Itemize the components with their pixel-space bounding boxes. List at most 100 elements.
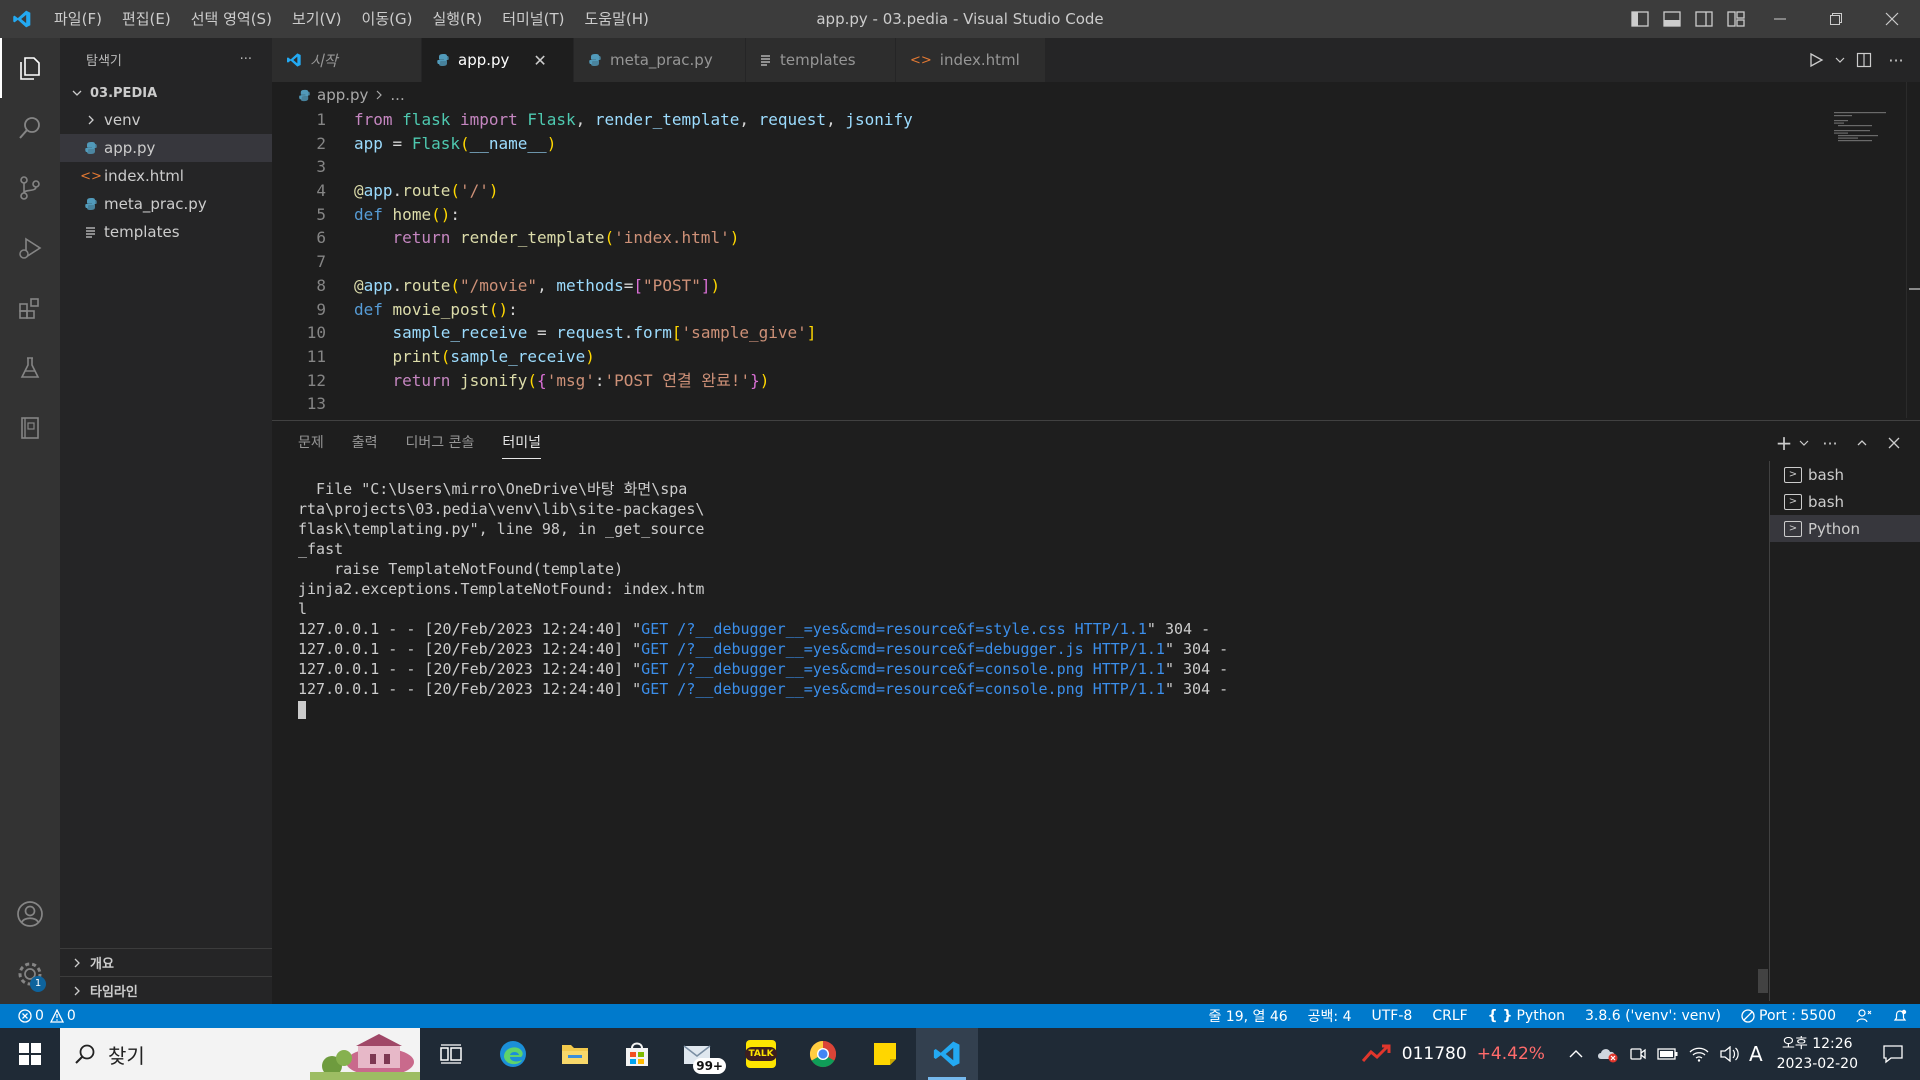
tab-problems[interactable]: 문제 xyxy=(298,421,324,465)
toggle-primary-sidebar-icon[interactable] xyxy=(1624,0,1656,38)
live-server-port[interactable]: Port : 5500 xyxy=(1741,1008,1836,1024)
panel-more-actions-icon[interactable]: ··· xyxy=(1814,434,1846,453)
remote-explorer-icon[interactable] xyxy=(0,398,60,458)
language-mode[interactable]: { } Python xyxy=(1488,1008,1565,1024)
code-editor[interactable]: 1 from flask import Flask, render_templa… xyxy=(272,108,1882,418)
accounts-icon[interactable] xyxy=(0,884,60,944)
tree-item-venv[interactable]: venv xyxy=(60,106,272,134)
battery-icon[interactable] xyxy=(1657,1047,1679,1061)
manage-gear-icon[interactable]: 1 xyxy=(0,944,60,1004)
file-explorer-icon[interactable] xyxy=(544,1028,606,1080)
tree-item-templates[interactable]: templates xyxy=(60,218,272,246)
source-control-icon[interactable] xyxy=(0,158,60,218)
tab-index-html[interactable]: <> index.html xyxy=(896,38,1046,82)
show-hidden-icons-chevron-up-icon[interactable] xyxy=(1569,1049,1583,1059)
restore-button[interactable] xyxy=(1808,0,1864,38)
encoding[interactable]: UTF-8 xyxy=(1372,1008,1413,1024)
menu-file[interactable]: 파일(F) xyxy=(44,0,112,38)
timeline-section[interactable]: 타임라인 xyxy=(60,976,272,1004)
breadcrumb-file[interactable]: app.py xyxy=(317,86,368,104)
kakaotalk-icon[interactable]: TALK xyxy=(730,1028,792,1080)
task-view-icon[interactable] xyxy=(420,1028,482,1080)
testing-icon[interactable] xyxy=(0,338,60,398)
run-debug-icon[interactable] xyxy=(0,218,60,278)
menu-help[interactable]: 도움말(H) xyxy=(574,0,658,38)
end-of-line[interactable]: CRLF xyxy=(1432,1008,1467,1024)
code-line: 2 app = Flask(__name__) xyxy=(272,132,1882,156)
minimize-button[interactable] xyxy=(1752,0,1808,38)
volume-icon[interactable] xyxy=(1719,1046,1739,1062)
notifications-bell-icon[interactable] xyxy=(1892,1008,1908,1024)
new-terminal-plus-icon[interactable]: + xyxy=(1774,431,1794,455)
tab-welcome[interactable]: 시작 xyxy=(272,38,422,82)
maximize-panel-chevron-up-icon[interactable] xyxy=(1846,437,1878,449)
toggle-panel-icon[interactable] xyxy=(1656,0,1688,38)
terminal-list-label: Python xyxy=(1808,519,1860,538)
terminal-output[interactable]: File "C:\Users\mirro\OneDrive\바탕 화면\spa … xyxy=(298,479,1738,999)
windows-start-icon[interactable] xyxy=(0,1028,60,1080)
feedback-icon[interactable] xyxy=(1856,1008,1872,1024)
terminal-scrollbar[interactable] xyxy=(1758,969,1768,993)
python-interpreter[interactable]: 3.8.6 ('venv': venv) xyxy=(1585,1008,1721,1024)
action-center-icon[interactable] xyxy=(1882,1044,1904,1064)
chrome-browser-icon[interactable] xyxy=(792,1028,854,1080)
warning-count: 0 xyxy=(66,1008,76,1024)
menu-go[interactable]: 이동(G) xyxy=(352,0,423,38)
menu-view[interactable]: 보기(V) xyxy=(282,0,352,38)
terminal-dropdown-chevron-icon[interactable] xyxy=(1794,438,1814,448)
search-icon[interactable] xyxy=(0,98,60,158)
taskbar-clock[interactable]: 오후 12:26 2023-02-20 xyxy=(1777,1034,1858,1074)
breadcrumb-symbol[interactable]: ... xyxy=(390,86,404,104)
tree-item-index-html[interactable]: <> index.html xyxy=(60,162,272,190)
terminal-list-item-bash-1[interactable]: > bash xyxy=(1770,461,1920,488)
cursor-position[interactable]: 줄 19, 열 46 xyxy=(1208,1006,1287,1026)
menu-terminal[interactable]: 터미널(T) xyxy=(492,0,574,38)
minimap[interactable] xyxy=(1834,110,1894,150)
wifi-icon[interactable] xyxy=(1689,1046,1709,1062)
editor-more-actions-icon[interactable]: ··· xyxy=(1880,51,1912,70)
meet-now-icon[interactable] xyxy=(1629,1045,1647,1063)
tab-terminal[interactable]: 터미널 xyxy=(502,421,541,465)
terminal-list-item-bash-2[interactable]: > bash xyxy=(1770,488,1920,515)
run-python-file-icon[interactable] xyxy=(1800,52,1832,68)
menu-run[interactable]: 실행(R) xyxy=(422,0,492,38)
indentation[interactable]: 공백: 4 xyxy=(1308,1006,1352,1026)
edge-browser-icon[interactable] xyxy=(482,1028,544,1080)
menu-edit[interactable]: 편집(E) xyxy=(112,0,181,38)
run-dropdown-chevron-icon[interactable] xyxy=(1832,55,1848,65)
editor-scrollbar[interactable] xyxy=(1906,82,1920,418)
toggle-secondary-sidebar-icon[interactable] xyxy=(1688,0,1720,38)
tab-app-py[interactable]: app.py ✕ xyxy=(422,38,574,82)
customize-layout-icon[interactable] xyxy=(1720,0,1752,38)
tab-output[interactable]: 출력 xyxy=(352,421,378,465)
problems-status[interactable]: 0 0 xyxy=(0,1008,76,1024)
outline-section[interactable]: 개요 xyxy=(60,948,272,976)
tree-item-app-py[interactable]: app.py xyxy=(60,134,272,162)
close-window-button[interactable] xyxy=(1864,0,1920,38)
tree-item-meta-prac-py[interactable]: meta_prac.py xyxy=(60,190,272,218)
input-method-indicator[interactable]: A xyxy=(1749,1042,1763,1066)
mail-icon[interactable]: 99+ xyxy=(668,1028,730,1080)
explorer-icon[interactable] xyxy=(0,38,60,98)
menu-selection[interactable]: 선택 영역(S) xyxy=(181,0,282,38)
tab-debug-console[interactable]: 디버그 콘솔 xyxy=(406,421,475,465)
stock-widget[interactable]: 011780 +4.42% xyxy=(1361,1044,1545,1064)
tree-item-label: venv xyxy=(104,111,141,129)
extensions-icon[interactable] xyxy=(0,278,60,338)
terminal-list-item-python[interactable]: > Python xyxy=(1770,515,1920,542)
windows-taskbar: 찾기 99+ TALK 011780 +4.42% A 오후 12:26 202… xyxy=(0,1028,1920,1080)
timeline-label: 타임라인 xyxy=(90,985,138,1000)
microsoft-store-icon[interactable] xyxy=(606,1028,668,1080)
split-editor-icon[interactable] xyxy=(1848,52,1880,68)
vscode-taskbar-icon[interactable] xyxy=(916,1028,978,1080)
taskbar-search-box[interactable]: 찾기 xyxy=(60,1028,420,1080)
onedrive-error-icon[interactable] xyxy=(1597,1045,1619,1063)
close-panel-icon[interactable] xyxy=(1878,437,1910,449)
tab-meta-prac-py[interactable]: meta_prac.py xyxy=(574,38,746,82)
sticky-notes-icon[interactable] xyxy=(854,1028,916,1080)
folder-section-header[interactable]: 03.PEDIA xyxy=(60,80,272,106)
tab-templates[interactable]: templates xyxy=(746,38,896,82)
explorer-more-button[interactable]: ··· xyxy=(240,52,252,67)
code-line: 5 def home(): xyxy=(272,203,1882,227)
close-icon[interactable]: ✕ xyxy=(533,51,546,70)
